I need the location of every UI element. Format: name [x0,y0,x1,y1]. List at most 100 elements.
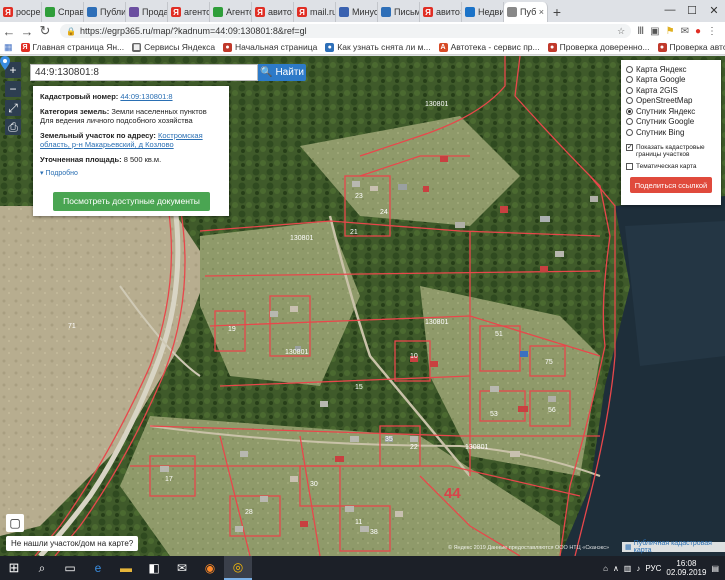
bookmark-item[interactable]: ▦ Сервисы Яндекса [132,42,215,52]
bookmark-item[interactable]: A Автотека - сервис пр... [438,42,540,52]
layer-option[interactable]: Карта Google [626,75,716,86]
more-details-link[interactable]: ▾ Подробно [40,169,222,179]
browser-tab[interactable]: Агентство× [210,2,252,22]
layer-radio[interactable] [626,128,633,136]
tab-close-icon[interactable]: × [539,7,544,17]
cadastral-toggle-label: Показать кадастровые границы участков [636,143,705,159]
new-tab-button[interactable]: + [548,2,566,22]
library-icon[interactable]: Ⅲ [637,26,644,37]
share-link-button[interactable]: Поделиться ссылкой [630,177,712,193]
browser-tab[interactable]: Письм× [378,2,420,22]
apps-icon[interactable]: ▦ [4,42,13,53]
flag-icon[interactable]: ⚑ [666,26,675,37]
profile-icon[interactable]: ● [695,26,701,37]
layer-option[interactable]: Карта Яндекс [626,64,716,75]
browser-tab[interactable]: Яавито× [420,2,462,22]
layer-option-label: Карта Яндекс [636,64,687,74]
bookmark-item[interactable]: ● Как узнать снята ли м... [325,42,431,52]
layer-radio[interactable] [626,107,633,115]
view-documents-button[interactable]: Посмотреть доступные документы [53,192,210,211]
map-view[interactable]: 130801 130801 130801 130801 130801 44 23… [0,56,725,556]
layer-radio[interactable] [626,97,633,105]
public-cadastral-map-link[interactable]: ▦ Публичная кадастровая карта [622,540,725,554]
layer-option[interactable]: OpenStreetMap [626,96,716,107]
kad-number-link[interactable]: 44:09:130801:8 [120,92,172,101]
browser-tab[interactable]: Яmail.ru× [294,2,336,22]
cadastral-toggle[interactable]: ✓ Показать кадастровые границы участков [626,143,716,159]
layer-option[interactable]: Спутник Bing [626,127,716,138]
extension-icon[interactable]: ▣ [650,26,659,37]
print-icon[interactable]: ⎙ [5,119,21,135]
task-view-icon[interactable]: ▭ [56,556,84,580]
layer-option[interactable]: Спутник Google [626,117,716,128]
map-tools: + − ⤢ ⎙ [5,62,21,138]
cadastral-search-input[interactable] [30,64,258,81]
mail-icon[interactable]: ✉ [168,556,196,580]
bookmark-star-icon[interactable]: ☆ [617,26,625,37]
reload-icon[interactable]: ↻ [36,23,54,39]
window-controls: — ☐ ✕ [659,0,725,20]
forward-icon[interactable]: → [18,24,36,39]
bookmark-item[interactable]: Я Главная страница Ян... [20,42,124,52]
feedback-icon[interactable]: ▢ [6,514,24,532]
bookmark-item[interactable]: ●Проверка автомобиля [657,42,725,52]
browser-tab[interactable]: Недви× [462,2,504,22]
firefox-icon[interactable]: ◉ [196,556,224,580]
tab-label: mail.ru [310,7,336,17]
tab-label: Пуб [520,7,537,17]
layer-option[interactable]: Спутник Яндекс [626,106,716,117]
yandex-icon: Я [423,7,433,17]
network-icon[interactable]: ▥ [624,564,632,573]
edge-icon[interactable]: e [84,556,112,580]
thematic-toggle[interactable]: Тематическая карта [626,162,716,171]
layer-radio[interactable] [626,76,633,84]
menu-icon[interactable]: ⋮ [707,26,717,37]
layer-option-label: Карта 2GIS [636,85,678,95]
browser-tab[interactable]: Прода× [126,2,168,22]
notifications-icon[interactable]: ▤ [711,564,719,573]
url-field[interactable]: 🔒 https://egrp365.ru/map/?kadnum=44:09:1… [60,24,632,38]
language-indicator[interactable]: РУС [645,564,661,573]
not-found-link[interactable]: Не нашли участок/дом на карте? [6,536,139,551]
browser-tab[interactable]: Яавито× [252,2,294,22]
parcel-info-card: Кадастровый номер: 44:09:130801:8 Катего… [33,86,229,216]
parcel-label: 71 [68,323,76,330]
browser-tab[interactable]: Яросре× [0,2,42,22]
browser-tab[interactable]: Справ× [42,2,84,22]
cadastral-checkbox[interactable]: ✓ [626,143,633,151]
browser-tab[interactable]: Пуб × [504,2,548,22]
bookmark-item[interactable]: ● Начальная страница [223,42,317,52]
tab-label: Агентство [226,7,251,17]
thematic-checkbox[interactable] [626,162,633,170]
layer-option[interactable]: Карта 2GIS [626,85,716,96]
bookmark-item[interactable]: ● Проверка доверенно... [547,42,650,52]
people-icon[interactable]: ⌂ [603,564,608,573]
layer-option-label: Спутник Bing [636,127,685,137]
browser-tab[interactable]: Яагентс× [168,2,210,22]
close-window-button[interactable]: ✕ [703,0,725,20]
layer-radio[interactable] [626,65,633,73]
start-icon[interactable]: ⊞ [0,556,28,580]
browser-tab[interactable]: Публи× [84,2,126,22]
chrome-icon[interactable]: ◎ [224,556,252,580]
layer-radio[interactable] [626,118,633,126]
tray-chevron-icon[interactable]: ∧ [613,564,619,573]
minimize-button[interactable]: — [659,0,681,20]
clock[interactable]: 16:08 02.09.2019 [666,559,706,577]
search-icon[interactable]: ⌕ [28,556,56,580]
mail-icon[interactable]: ✉ [681,26,689,37]
measure-icon[interactable]: ⤢ [5,100,21,116]
layer-radio[interactable] [626,86,633,94]
browser-tab[interactable]: Минус× [336,2,378,22]
volume-icon[interactable]: ♪ [636,564,640,573]
explorer-icon[interactable]: ▬ [112,556,140,580]
maximize-button[interactable]: ☐ [681,0,703,20]
find-button[interactable]: 🔍 Найти [258,64,306,81]
category-row: Категория земель: Земли населенных пункт… [40,107,222,126]
parcel-label: 24 [380,209,388,216]
store-icon[interactable]: ◧ [140,556,168,580]
location-pin-icon[interactable] [0,56,10,70]
yandex-icon: Я [255,7,265,17]
zoom-out-button[interactable]: − [5,81,21,97]
back-icon[interactable]: ← [0,24,18,39]
